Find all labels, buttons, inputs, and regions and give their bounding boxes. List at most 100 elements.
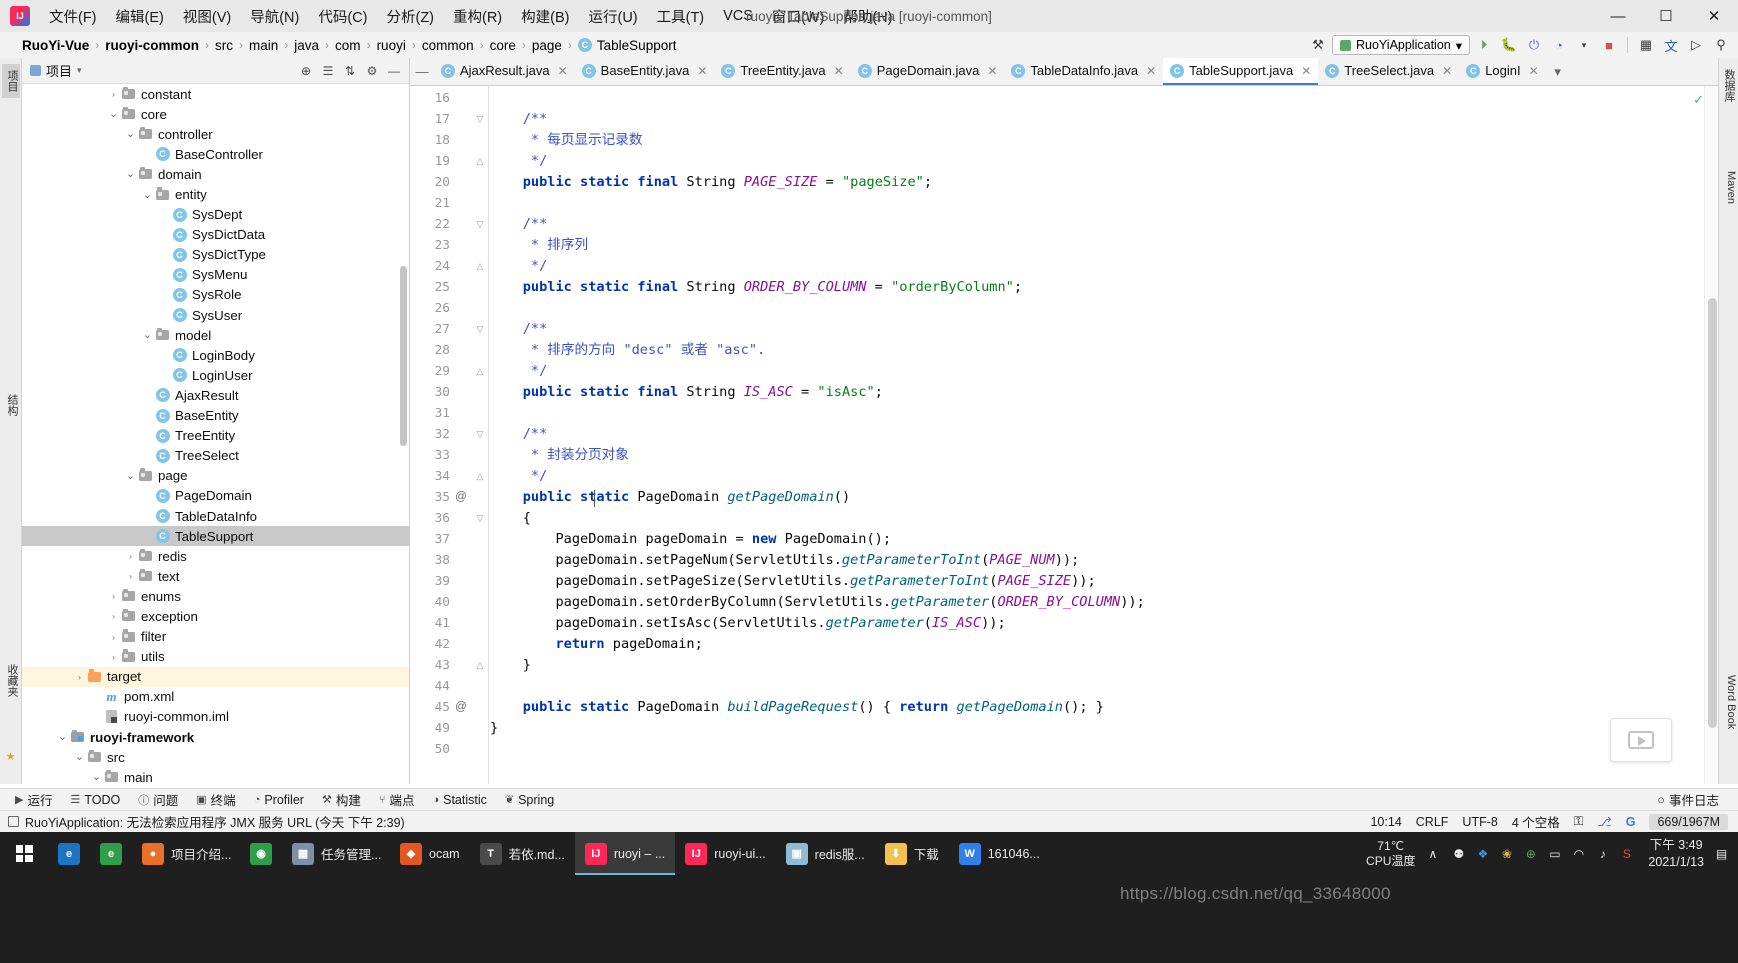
menu-item-12[interactable]: 帮助(H) <box>834 2 901 31</box>
editor-tab-BaseEntity-java[interactable]: C BaseEntity.java ✕ <box>575 58 715 85</box>
taskbar-ocam[interactable]: ◆ ocam <box>390 832 470 875</box>
close-tab-icon[interactable]: ✕ <box>834 64 844 78</box>
tree-node[interactable]: › exception <box>22 606 409 626</box>
collapse-tabs-icon[interactable]: — <box>410 58 434 85</box>
tray-expand-icon[interactable]: ∧ <box>1424 845 1441 862</box>
breadcrumb-item-0[interactable]: RuoYi-Vue <box>22 38 89 53</box>
code-line[interactable]: /** <box>490 424 548 445</box>
close-button[interactable]: ✕ <box>1690 0 1738 32</box>
close-tab-icon[interactable]: ✕ <box>987 64 997 78</box>
start-button[interactable] <box>0 832 48 875</box>
memory-indicator[interactable]: 669/1967M <box>1649 813 1728 830</box>
tab-overflow-icon[interactable]: ▾ <box>1546 58 1570 85</box>
tree-node[interactable]: ›CSysMenu <box>22 265 409 285</box>
tree-node[interactable]: › target <box>22 666 409 687</box>
editor-tab-TableDataInfo-java[interactable]: C TableDataInfo.java ✕ <box>1004 58 1163 85</box>
menu-item-0[interactable]: 文件(F) <box>40 2 106 31</box>
editor-tab-PageDomain-java[interactable]: C PageDomain.java ✕ <box>851 58 1005 85</box>
chevron-down-icon[interactable]: ⌄ <box>124 169 137 180</box>
code-line[interactable]: pageDomain.setIsAsc(ServletUtils.getPara… <box>490 613 1005 634</box>
taskbar-wps[interactable]: W 161046... <box>949 832 1050 875</box>
tree-node[interactable]: ›CAjaxResult <box>22 385 409 405</box>
tool-statistic[interactable]: ◑ Statistic <box>423 793 495 807</box>
code-line[interactable]: { <box>490 508 531 529</box>
taskbar-typora[interactable]: T 若依.md... <box>470 832 575 875</box>
menu-item-8[interactable]: 运行(U) <box>579 2 646 31</box>
tree-node[interactable]: ›CLoginBody <box>22 345 409 365</box>
notification-center-icon[interactable]: ▤ <box>1713 845 1730 862</box>
tree-node[interactable]: › enums <box>22 586 409 606</box>
bookmark-icon[interactable]: ★ <box>2 748 19 765</box>
tray-dropbox-icon[interactable]: ❖ <box>1474 845 1491 862</box>
tree-node[interactable]: ⌄ entity <box>22 184 409 204</box>
breadcrumb-item-2[interactable]: src <box>215 38 233 53</box>
taskbar-downloads[interactable]: ⬇ 下载 <box>875 832 949 875</box>
code-line[interactable]: * 排序列 <box>490 235 588 256</box>
code-line[interactable]: pageDomain.setOrderByColumn(ServletUtils… <box>490 592 1144 613</box>
project-scrollbar[interactable] <box>399 88 408 784</box>
chevron-down-icon[interactable]: ⌄ <box>124 129 137 140</box>
sidebar-tab-maven[interactable]: Maven <box>1719 166 1737 209</box>
hide-panel-icon[interactable]: — <box>384 61 404 81</box>
code-line[interactable]: pageDomain.setPageNum(ServletUtils.getPa… <box>490 550 1079 571</box>
editor-tab-TableSupport-java[interactable]: C TableSupport.java ✕ <box>1163 58 1319 85</box>
close-tab-icon[interactable]: ✕ <box>1301 64 1311 78</box>
tree-node[interactable]: ›CTableDataInfo <box>22 506 409 526</box>
tree-node[interactable]: ›CSysRole <box>22 285 409 305</box>
tree-node[interactable]: ›CSysUser <box>22 305 409 325</box>
code-line[interactable]: return pageDomain; <box>490 634 702 655</box>
taskbar-firefox[interactable]: ● 项目介绍... <box>132 832 240 875</box>
editor-tab-TreeSelect-java[interactable]: C TreeSelect.java ✕ <box>1318 58 1459 85</box>
tool-todo[interactable]: ☰ TODO <box>61 793 129 807</box>
profiler-dropdown-icon[interactable]: ▾ <box>1573 34 1595 56</box>
editor-tab-TreeEntity-java[interactable]: C TreeEntity.java ✕ <box>714 58 850 85</box>
chevron-down-icon[interactable]: ⌄ <box>73 752 86 763</box>
breadcrumb-item-4[interactable]: java <box>294 38 319 53</box>
tool-endpoints[interactable]: ⑂ 端点 <box>370 790 424 809</box>
stop-icon[interactable]: ■ <box>1598 34 1620 56</box>
chevron-right-icon[interactable]: › <box>107 89 120 99</box>
search-everywhere-icon[interactable]: ⚲ <box>1710 34 1732 56</box>
tree-node[interactable]: ›CSysDept <box>22 205 409 225</box>
chevron-right-icon[interactable]: › <box>124 551 137 561</box>
taskbar-chrome[interactable]: ◉ <box>240 832 282 875</box>
tree-node[interactable]: › redis <box>22 546 409 566</box>
hammer-icon[interactable]: ⚒ <box>1307 34 1329 56</box>
close-tab-icon[interactable]: ✕ <box>1146 64 1156 78</box>
code-fold-icon[interactable]: ▽ <box>474 214 486 235</box>
menu-item-3[interactable]: 导航(N) <box>241 2 308 31</box>
editor-scrollbar[interactable] <box>1704 86 1718 784</box>
code-line[interactable]: public static PageDomain getPageDomain() <box>490 487 850 508</box>
tray-volume-icon[interactable]: ♪ <box>1594 845 1611 862</box>
code-line[interactable]: public static PageDomain buildPageReques… <box>490 697 1104 718</box>
run-with-coverage-icon[interactable]: ⏻ <box>1523 34 1545 56</box>
debug-icon[interactable]: 🐛 <box>1498 34 1520 56</box>
breadcrumb-item-9[interactable]: page <box>532 38 562 53</box>
caret-position[interactable]: 10:14 <box>1370 815 1401 829</box>
tree-node[interactable]: ⌄ ruoyi-framework <box>22 727 409 747</box>
tool-problems[interactable]: ⓘ 问题 <box>129 790 187 809</box>
tree-node[interactable]: › filter <box>22 627 409 647</box>
chevron-right-icon[interactable]: › <box>107 652 120 662</box>
run-configuration-selector[interactable]: RuoYiApplication ▾ <box>1331 35 1470 55</box>
tool-terminal[interactable]: ▣ 终端 <box>187 790 244 809</box>
tree-node[interactable]: ›CBaseController <box>22 144 409 164</box>
taskbar-task-manager[interactable]: ▦ 任务管理... <box>282 832 390 875</box>
code-editor[interactable]: 16 17 18 19 20 21 22 23 24 25 26 27 28 29 30 31 32 33 34 35… <box>410 86 1718 784</box>
google-icon[interactable]: G <box>1626 815 1636 829</box>
tree-node[interactable]: ⌄ src <box>22 747 409 767</box>
code-fold-icon[interactable]: ▽ <box>474 424 486 445</box>
breadcrumb-item-5[interactable]: com <box>335 38 361 53</box>
menu-item-7[interactable]: 构建(B) <box>512 2 578 31</box>
minimize-button[interactable]: — <box>1594 0 1642 32</box>
menu-bar[interactable]: 文件(F) 编辑(E) 视图(V) 导航(N) 代码(C) 分析(Z) 重构(R) 构建(B)… <box>40 2 901 31</box>
tree-node[interactable]: › text <box>22 566 409 586</box>
tree-node[interactable]: ›ruoyi-common.iml <box>22 707 409 727</box>
code-line[interactable]: * 每页显示记录数 <box>490 130 643 151</box>
tree-node[interactable]: › constant <box>22 84 409 104</box>
taskbar-ie[interactable]: e <box>90 832 132 875</box>
taskbar-idea-ruoyi[interactable]: IJ ruoyi – ... <box>574 832 676 875</box>
tray-shield-icon[interactable]: ⊕ <box>1522 845 1539 862</box>
expand-icon[interactable]: ⇅ <box>340 61 360 81</box>
chevron-down-icon[interactable]: ⌄ <box>56 732 69 743</box>
